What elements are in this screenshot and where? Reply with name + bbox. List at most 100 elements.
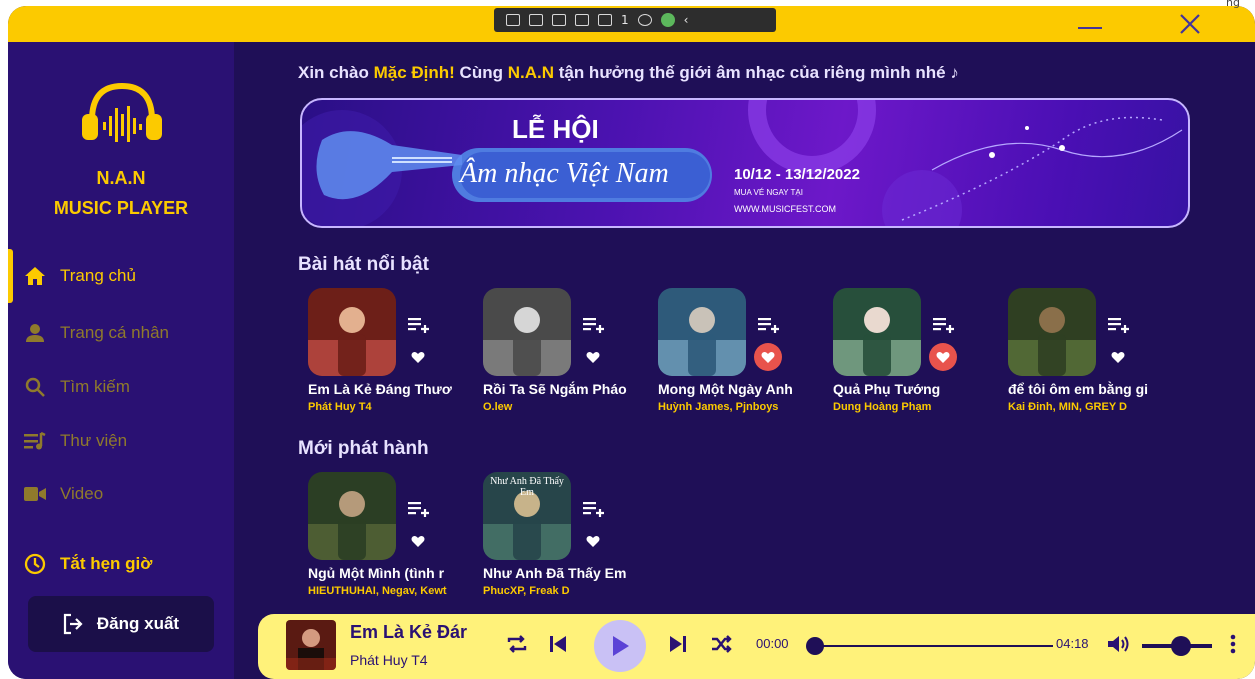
song-artist[interactable]: Kai Đinh, MIN, GREY D — [1008, 401, 1176, 413]
nav-item-profile[interactable]: Trang cá nhân — [24, 313, 169, 353]
person-icon — [24, 322, 46, 344]
song-artist[interactable]: HIEUTHUHAI, Negav, Kewt — [308, 585, 476, 597]
song-cover[interactable] — [1008, 288, 1096, 376]
song-artist[interactable]: PhucXP, Freak D — [483, 585, 651, 597]
skip-previous-icon — [550, 636, 566, 652]
add-to-playlist-button[interactable] — [583, 316, 605, 339]
add-to-playlist-button[interactable] — [583, 500, 605, 523]
song-card[interactable]: Ngủ Một Mình (tình r HIEUTHUHAI, Negav, K… — [308, 472, 480, 612]
minimize-icon — [1078, 27, 1102, 29]
now-playing-cover[interactable] — [286, 620, 336, 670]
close-button[interactable] — [1170, 10, 1210, 38]
logout-button[interactable]: Đăng xuất — [28, 596, 214, 652]
song-cover[interactable] — [483, 288, 571, 376]
song-title[interactable]: Em Là Kẻ Đáng Thươ — [308, 381, 476, 397]
nav-item-search[interactable]: Tìm kiếm — [24, 367, 130, 407]
nav-label: Trang cá nhân — [60, 323, 169, 342]
song-cover[interactable] — [308, 288, 396, 376]
live-tree-icon[interactable] — [506, 14, 520, 26]
nav-item-home[interactable]: Trang chủ — [24, 256, 136, 296]
banner-ticket-text: MUA VÉ NGAY TẠI — [734, 188, 803, 197]
song-cover[interactable] — [308, 472, 396, 560]
hot-reload-ok-icon[interactable] — [660, 13, 675, 27]
duration: 04:18 — [1056, 636, 1089, 651]
collapse-chevron-icon[interactable]: ‹ — [684, 13, 689, 27]
song-artist[interactable]: O.lew — [483, 401, 651, 413]
song-cover[interactable] — [658, 288, 746, 376]
camera-icon[interactable] — [529, 14, 543, 26]
current-time: 00:00 — [756, 636, 789, 651]
add-to-playlist-button[interactable] — [408, 316, 430, 339]
nav-label: Tìm kiếm — [60, 377, 130, 396]
song-title[interactable]: Quả Phụ Tướng — [833, 381, 1001, 397]
song-card[interactable]: Quả Phụ Tướng Dung Hoàng Phạm — [833, 288, 1005, 428]
previous-button[interactable] — [548, 633, 568, 655]
sidebar: N.A.N MUSIC PLAYER Trang chủ Trang cá nh… — [8, 42, 234, 679]
logout-label: Đăng xuất — [96, 614, 180, 633]
song-title[interactable]: Mong Một Ngày Anh — [658, 381, 826, 397]
greeting-user: Mặc Định! — [373, 63, 455, 82]
title-bar: 1 ‹ — [8, 6, 1255, 42]
binding-failures-counter[interactable]: 1 — [621, 13, 629, 27]
display-adorners-icon[interactable] — [575, 14, 589, 26]
like-button[interactable] — [404, 527, 432, 555]
playlist-add-icon — [1108, 318, 1129, 333]
repeat-button[interactable] — [506, 633, 528, 655]
festival-banner[interactable]: LỄ HỘI Âm nhạc Việt Nam 10/12 - 13/12/20… — [300, 98, 1190, 228]
like-button[interactable] — [579, 527, 607, 555]
more-options-button[interactable] — [1230, 633, 1236, 655]
banner-title-script: Âm nhạc Việt Nam — [460, 158, 669, 189]
like-button[interactable] — [404, 343, 432, 371]
next-button[interactable] — [668, 633, 688, 655]
song-card[interactable]: Rồi Ta Sẽ Ngắm Pháo O.lew — [483, 288, 655, 428]
song-title[interactable]: để tôi ôm em bằng gi — [1008, 381, 1176, 397]
like-button[interactable] — [579, 343, 607, 371]
repeat-icon — [507, 635, 527, 653]
greeting-text: Xin chào Mặc Định! Cùng N.A.N tận hưởng … — [298, 63, 959, 83]
greeting-middle: Cùng — [454, 63, 508, 82]
song-artist[interactable]: Phát Huy T4 — [308, 401, 476, 413]
accessibility-icon[interactable] — [637, 14, 652, 26]
volume-button[interactable] — [1106, 633, 1130, 655]
debug-toolbar: 1 ‹ — [494, 8, 776, 32]
add-to-playlist-button[interactable] — [1108, 316, 1130, 339]
brand-subtitle: MUSIC PLAYER — [53, 198, 189, 218]
seek-bar[interactable] — [808, 645, 1053, 647]
banner-dates: 10/12 - 13/12/2022 — [734, 166, 860, 183]
heart-icon — [411, 351, 425, 363]
song-cover[interactable] — [833, 288, 921, 376]
greeting-prefix: Xin chào — [298, 63, 374, 82]
song-title[interactable]: Rồi Ta Sẽ Ngắm Pháo — [483, 381, 651, 397]
more-vertical-icon — [1230, 634, 1236, 654]
heart-icon — [761, 351, 775, 363]
add-to-playlist-button[interactable] — [933, 316, 955, 339]
minimize-button[interactable] — [1070, 10, 1110, 38]
song-artist[interactable]: Dung Hoàng Phạm — [833, 401, 1001, 413]
add-to-playlist-button[interactable] — [758, 316, 780, 339]
song-title[interactable]: Ngủ Một Mình (tình r — [308, 565, 476, 581]
song-card[interactable]: để tôi ôm em bằng gi Kai Đinh, MIN, GREY … — [1008, 288, 1180, 428]
song-card[interactable]: Mong Một Ngày Anh Huỳnh James, Pjnboys — [658, 288, 830, 428]
track-focus-icon[interactable] — [598, 14, 612, 26]
like-button[interactable] — [1104, 343, 1132, 371]
nav-item-video[interactable]: Video — [24, 474, 103, 514]
search-icon — [24, 376, 46, 398]
nav-item-sleep-timer[interactable]: Tắt hẹn giờ — [24, 544, 152, 584]
song-card[interactable]: Như Anh Đã Thấy Em Như Anh Đã Thấy Em Phuc… — [483, 472, 655, 612]
shuffle-button[interactable] — [710, 633, 732, 655]
play-button[interactable] — [594, 620, 646, 672]
volume-handle[interactable] — [1170, 636, 1191, 656]
add-to-playlist-button[interactable] — [408, 500, 430, 523]
song-artist[interactable]: Huỳnh James, Pjnboys — [658, 401, 826, 413]
nav-item-library[interactable]: Thư viện — [24, 421, 127, 461]
clock-icon — [24, 553, 46, 575]
like-button[interactable] — [929, 343, 957, 371]
select-element-icon[interactable] — [552, 14, 566, 26]
song-card[interactable]: Em Là Kẻ Đáng Thươ Phát Huy T4 — [308, 288, 480, 428]
like-button[interactable] — [754, 343, 782, 371]
seek-handle[interactable] — [806, 637, 824, 655]
song-cover[interactable]: Như Anh Đã Thấy Em — [483, 472, 571, 560]
heart-icon — [411, 535, 425, 547]
banner-website: WWW.MUSICFEST.COM — [734, 204, 836, 214]
song-title[interactable]: Như Anh Đã Thấy Em — [483, 565, 651, 581]
